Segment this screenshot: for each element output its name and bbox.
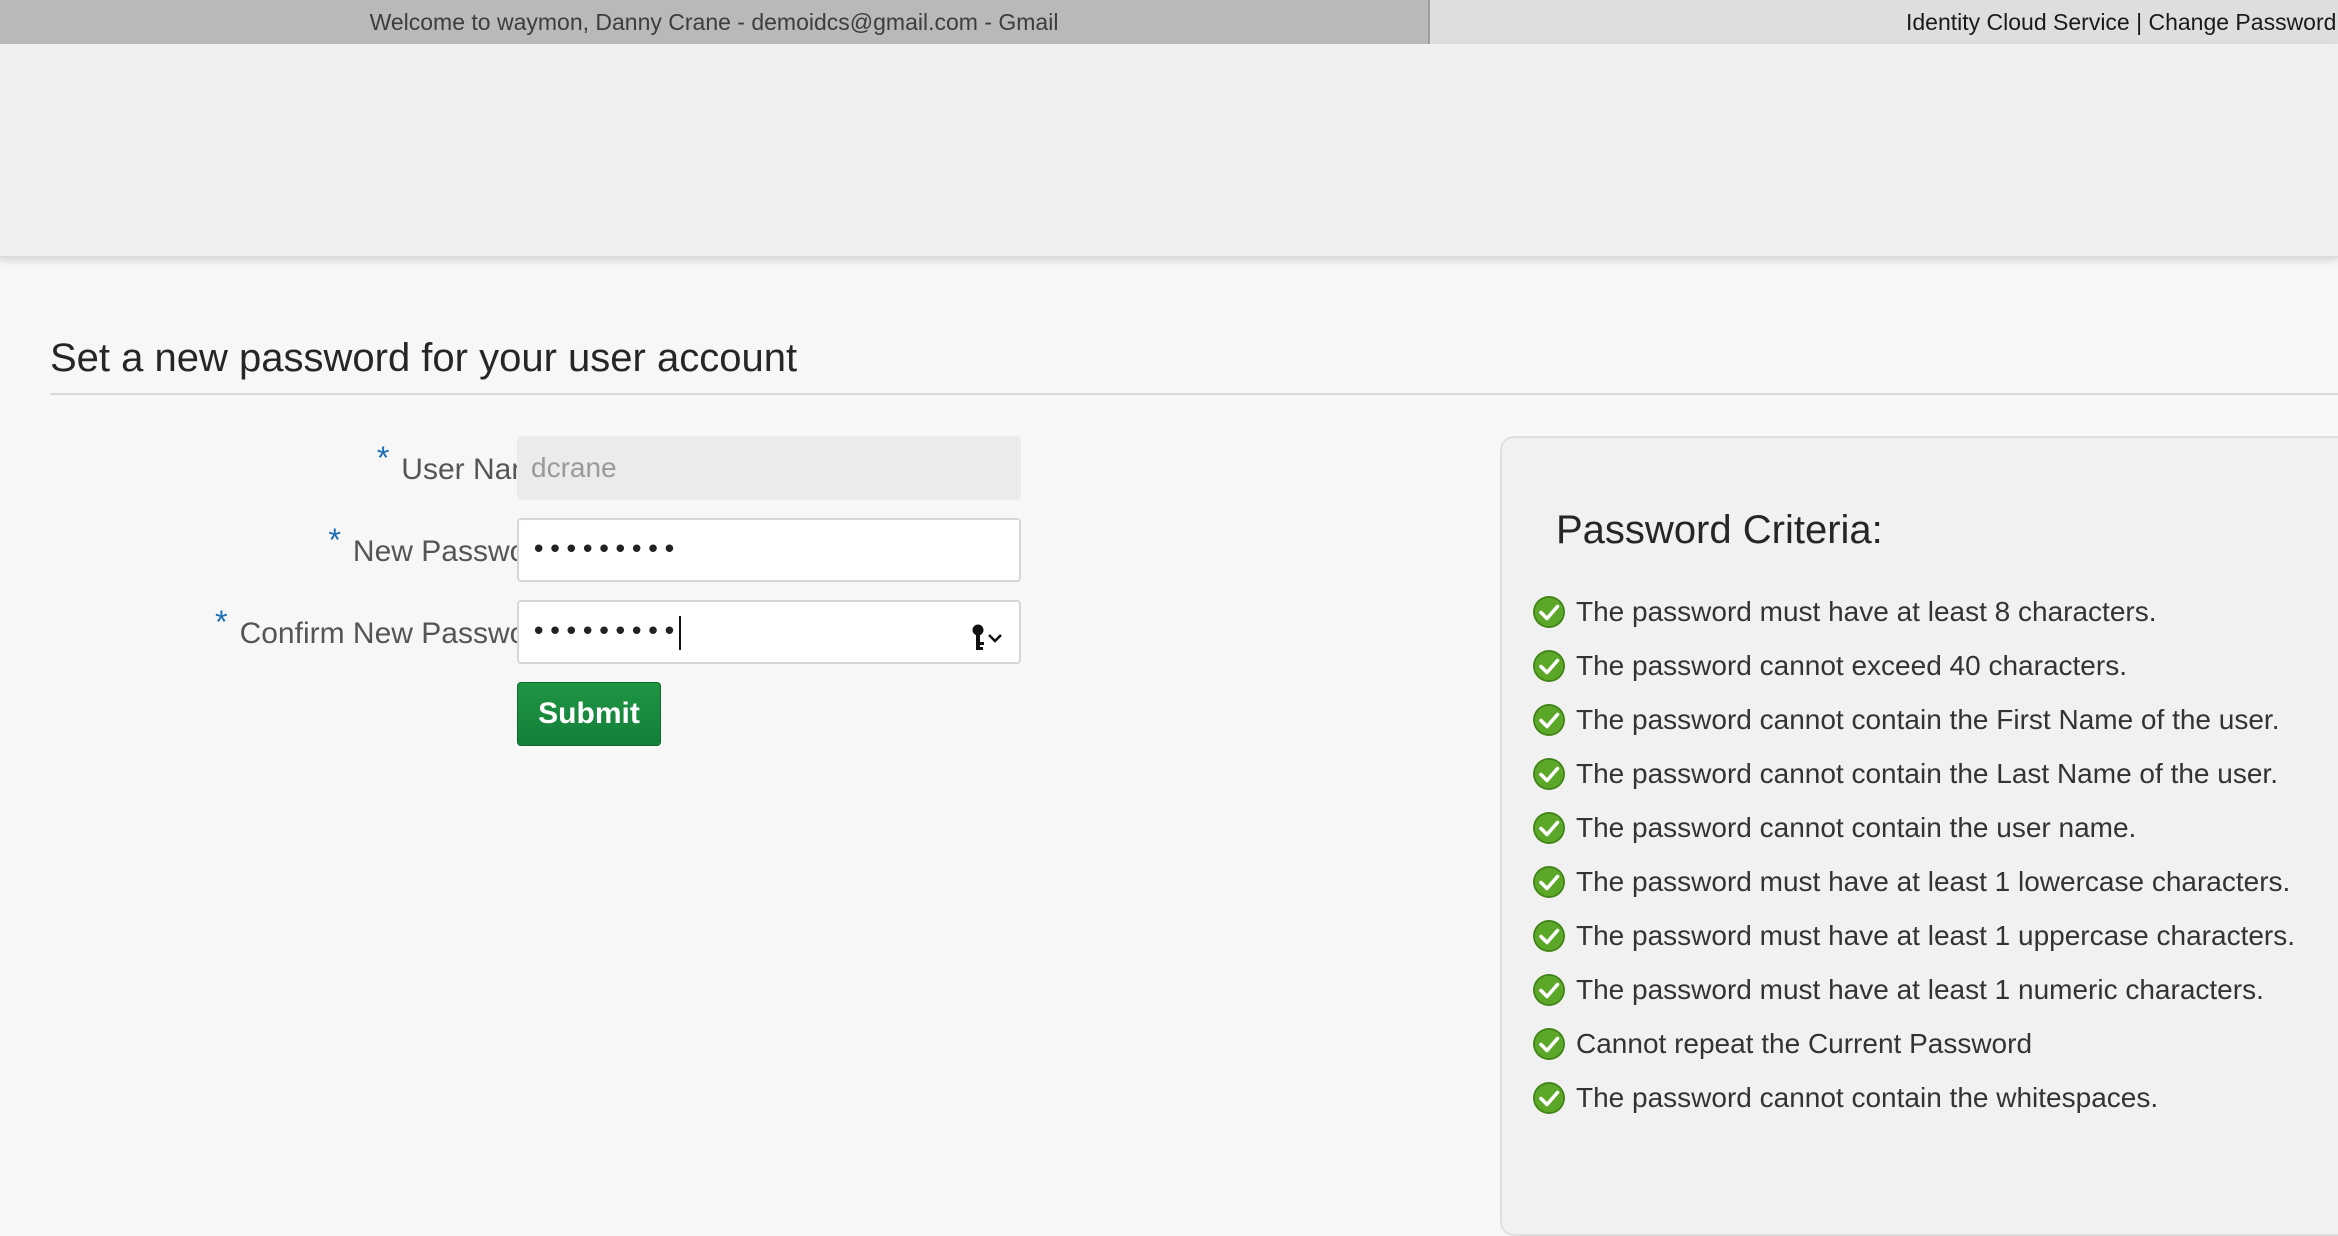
criteria-item-text: The password cannot contain the user nam… — [1576, 812, 2137, 843]
criteria-item-text: The password cannot contain the Last Nam… — [1576, 758, 2278, 789]
criteria-item-text: The password must have at least 1 upperc… — [1576, 920, 2296, 951]
new-password-value: ••••••••• — [531, 535, 679, 565]
criteria-item: The password must have at least 1 upperc… — [1532, 909, 2295, 963]
password-manager-key-icon[interactable] — [969, 616, 1005, 650]
criteria-item: The password must have at least 1 lowerc… — [1532, 855, 2295, 909]
criteria-item: The password cannot exceed 40 characters… — [1532, 639, 2295, 693]
browser-tab-bar: Welcome to waymon, Danny Crane - demoidc… — [0, 0, 2338, 44]
criteria-item: Cannot repeat the Current Password — [1532, 1017, 2295, 1071]
browser-tab-change-password[interactable]: Identity Cloud Service | Change Password — [1430, 0, 2338, 44]
criteria-item: The password cannot contain the First Na… — [1532, 693, 2295, 747]
criteria-item-text: The password must have at least 8 charac… — [1576, 596, 2157, 627]
criteria-item-text: The password cannot contain the First Na… — [1576, 704, 2280, 735]
criteria-item: The password must have at least 8 charac… — [1532, 585, 2295, 639]
criteria-title: Password Criteria: — [1556, 508, 1883, 552]
required-marker: * — [215, 604, 228, 640]
check-circle-icon — [1533, 1028, 1565, 1060]
required-marker: * — [328, 522, 341, 558]
criteria-item-text: The password must have at least 1 lowerc… — [1576, 866, 2291, 897]
check-circle-icon — [1533, 596, 1565, 628]
criteria-item-text: The password cannot exceed 40 characters… — [1576, 650, 2127, 681]
page-title: Set a new password for your user account — [50, 336, 798, 380]
submit-button[interactable]: Submit — [517, 682, 661, 746]
confirm-password-label-text: Confirm New Password — [239, 617, 553, 650]
app-header — [0, 44, 2338, 258]
confirm-password-field[interactable]: ••••••••• — [517, 600, 1021, 664]
check-circle-icon — [1533, 1082, 1565, 1114]
password-criteria-panel: Password Criteria: The password must hav… — [1500, 436, 2338, 1236]
browser-tab-gmail[interactable]: Welcome to waymon, Danny Crane - demoidc… — [0, 0, 1430, 44]
main-content: Set a new password for your user account… — [50, 270, 2338, 1236]
browser-tab-title: Welcome to waymon, Danny Crane - demoidc… — [369, 8, 1059, 35]
confirm-password-label: * Confirm New Password — [215, 600, 553, 664]
criteria-list: The password must have at least 8 charac… — [1532, 585, 2295, 1125]
criteria-item-text: The password must have at least 1 numeri… — [1576, 974, 2264, 1005]
check-circle-icon — [1533, 920, 1565, 952]
criteria-item-text: The password cannot contain the whitespa… — [1576, 1082, 2159, 1113]
check-circle-icon — [1533, 866, 1565, 898]
criteria-item: The password cannot contain the Last Nam… — [1532, 747, 2295, 801]
confirm-password-row: * Confirm New Password ••••••••• — [50, 600, 1050, 664]
criteria-item: The password must have at least 1 numeri… — [1532, 963, 2295, 1017]
browser-tab-title: Identity Cloud Service | Change Password — [1906, 8, 2337, 35]
username-row: * User Name — [50, 436, 1050, 500]
check-circle-icon — [1533, 758, 1565, 790]
username-field[interactable] — [517, 436, 1021, 500]
required-marker: * — [376, 440, 390, 476]
criteria-item-text: Cannot repeat the Current Password — [1576, 1028, 2033, 1059]
check-circle-icon — [1533, 974, 1565, 1006]
check-circle-icon — [1533, 650, 1565, 682]
criteria-item: The password cannot contain the user nam… — [1532, 801, 2295, 855]
text-caret — [679, 615, 682, 650]
check-circle-icon — [1533, 812, 1565, 844]
check-circle-icon — [1533, 704, 1565, 736]
confirm-password-value: ••••••••• — [531, 617, 679, 647]
criteria-item: The password cannot contain the whitespa… — [1532, 1071, 2295, 1125]
new-password-row: * New Password ••••••••• — [50, 518, 1050, 582]
title-divider — [50, 393, 2338, 395]
new-password-field[interactable]: ••••••••• — [517, 518, 1021, 582]
